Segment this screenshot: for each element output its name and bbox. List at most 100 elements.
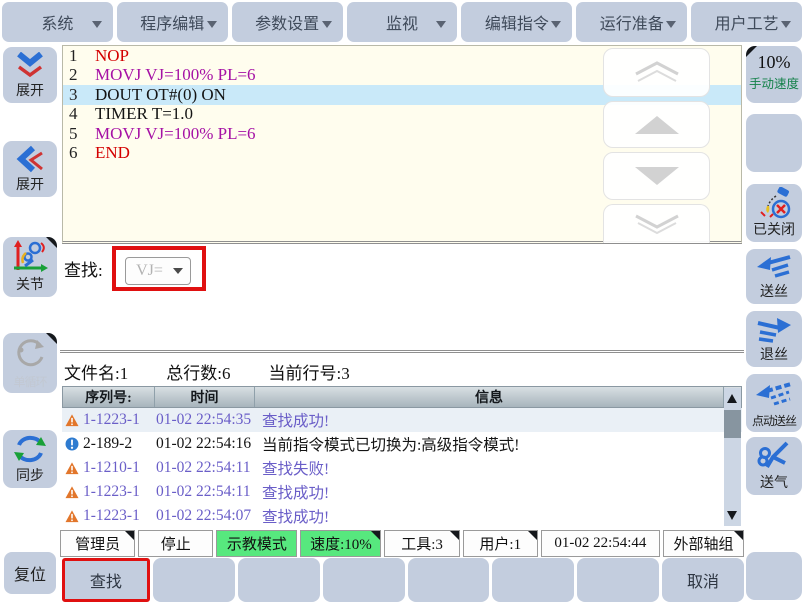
chevron-down-icon xyxy=(666,21,676,28)
status-label: 停止 xyxy=(161,533,191,554)
current-line: 当前行号:3 xyxy=(268,359,349,384)
chevron-down-icon xyxy=(173,268,183,274)
status-user-frame[interactable]: 用户:1 xyxy=(463,530,538,557)
menu-bar: 系统 程序编辑 参数设置 监视 编辑指令 运行准备 用户工艺 xyxy=(0,0,804,44)
status-tool[interactable]: 工具:3 xyxy=(384,530,459,557)
torch-state-button[interactable]: 已关闭 xyxy=(746,184,802,242)
line-number: 6 xyxy=(63,143,95,163)
line-number: 3 xyxy=(63,85,95,105)
chevron-down-icon xyxy=(436,21,446,28)
chevron-down-icon xyxy=(207,21,217,28)
log-row[interactable]: 1-1223-1 01-02 22:54:11 查找成功! xyxy=(62,480,742,504)
line-down-button[interactable] xyxy=(603,152,710,200)
log-time: 01-02 22:54:11 xyxy=(154,459,256,477)
wire-feed-button[interactable]: 送丝 xyxy=(746,249,802,304)
function-key-empty[interactable] xyxy=(577,558,659,602)
wire-retract-button[interactable]: 退丝 xyxy=(746,311,802,367)
menu-label: 运行准备 xyxy=(600,10,664,34)
sync-button[interactable]: 同步 xyxy=(3,430,57,488)
log-serial: 1-1210-1 xyxy=(83,459,140,477)
log-row[interactable]: 1-1223-1 01-02 22:54:07 查找成功! xyxy=(62,504,742,528)
gas-feed-icon xyxy=(757,441,791,471)
menu-label: 程序编辑 xyxy=(140,10,204,34)
scroll-up-icon[interactable] xyxy=(727,394,737,403)
status-label: 示教模式 xyxy=(227,533,287,554)
wire-feed-label: 送丝 xyxy=(760,285,788,304)
menu-edit-instruction[interactable]: 编辑指令 xyxy=(461,2,572,42)
joint-coordinate-icon xyxy=(11,239,49,275)
separator xyxy=(60,350,744,353)
menu-label: 用户工艺 xyxy=(715,10,779,34)
find-dropdown[interactable]: VJ= xyxy=(125,257,191,285)
menu-system[interactable]: 系统 xyxy=(2,2,113,42)
status-mode[interactable]: 示教模式 xyxy=(216,530,297,557)
function-key-empty[interactable] xyxy=(238,558,320,602)
expand-left-button[interactable]: 展开 xyxy=(3,141,57,197)
status-axis-group[interactable]: 外部轴组 xyxy=(663,530,744,557)
log-message: 查找成功! xyxy=(256,409,742,431)
message-log-table: 序列号: 时间 信息 1-1223-1 01-02 22:54:35 查找成功!… xyxy=(62,386,742,528)
log-row[interactable]: 2-189-2 01-02 22:54:16 当前指令模式已切换为:高级指令模式… xyxy=(62,432,742,456)
line-text: NOP xyxy=(95,46,129,66)
double-chevron-down-icon xyxy=(13,52,47,78)
cancel-button-label: 取消 xyxy=(687,568,719,592)
function-key-empty[interactable] xyxy=(153,558,235,602)
menu-monitor[interactable]: 监视 xyxy=(347,2,458,42)
log-message: 当前指令模式已切换为:高级指令模式! xyxy=(256,433,742,455)
find-button[interactable]: 查找 xyxy=(62,558,150,602)
scroll-thumb[interactable] xyxy=(724,410,741,438)
log-time: 01-02 22:54:16 xyxy=(154,435,256,453)
function-key-empty[interactable] xyxy=(323,558,405,602)
menu-label: 系统 xyxy=(41,10,73,34)
manual-speed-button[interactable]: 10% 手动速度 xyxy=(746,46,802,103)
menu-label: 参数设置 xyxy=(255,10,319,34)
chevron-down-icon xyxy=(92,21,102,28)
line-text: END xyxy=(95,143,130,163)
menu-run-prepare[interactable]: 运行准备 xyxy=(576,2,687,42)
double-arrow-up-icon xyxy=(626,60,688,86)
wire-retract-icon xyxy=(756,315,792,343)
page-down-button[interactable] xyxy=(603,204,710,243)
warning-icon xyxy=(65,510,79,523)
teach-pendant-screen: 系统 程序编辑 参数设置 监视 编辑指令 运行准备 用户工艺 展开 展开 xyxy=(0,0,804,606)
expand-down-label: 展开 xyxy=(16,84,44,103)
log-scrollbar[interactable] xyxy=(724,388,741,526)
sync-label: 同步 xyxy=(16,469,44,488)
status-run-state[interactable]: 停止 xyxy=(138,530,213,557)
status-label: 外部轴组 xyxy=(673,533,733,554)
joint-coordinate-button[interactable]: 关节 xyxy=(3,237,57,297)
menu-parameter-settings[interactable]: 参数设置 xyxy=(232,2,343,42)
chevron-down-icon xyxy=(551,21,561,28)
single-cycle-button[interactable]: 单循环 xyxy=(3,333,57,393)
page-up-button[interactable] xyxy=(603,48,710,97)
function-key-empty[interactable] xyxy=(492,558,574,602)
log-row[interactable]: 1-1210-1 01-02 22:54:11 查找失败! xyxy=(62,456,742,480)
expand-down-button[interactable]: 展开 xyxy=(3,47,57,103)
total-lines: 总行数:6 xyxy=(166,359,230,384)
menu-user-process[interactable]: 用户工艺 xyxy=(691,2,802,42)
status-speed[interactable]: 速度:10% xyxy=(300,530,381,557)
empty-side-button[interactable] xyxy=(746,114,802,172)
cancel-button[interactable]: 取消 xyxy=(662,558,744,602)
reset-button[interactable]: 复位 xyxy=(4,552,56,594)
scroll-down-icon[interactable] xyxy=(727,511,737,520)
line-text: TIMER T=1.0 xyxy=(95,104,193,124)
menu-label: 监视 xyxy=(386,10,418,34)
function-key-empty-right[interactable] xyxy=(746,552,802,600)
log-row[interactable]: 1-1223-1 01-02 22:54:35 查找成功! xyxy=(62,408,742,432)
function-key-empty[interactable] xyxy=(408,558,490,602)
jog-wire-feed-icon xyxy=(755,381,793,407)
corner-marker-icon xyxy=(450,531,459,540)
status-label: 速度:10% xyxy=(310,533,372,554)
line-text: MOVJ VJ=100% PL=6 xyxy=(95,65,256,85)
gas-feed-button[interactable]: 送气 xyxy=(746,437,802,495)
header-time: 时间 xyxy=(155,387,255,407)
line-up-button[interactable] xyxy=(603,101,710,148)
torch-off-icon xyxy=(756,187,792,219)
single-cycle-icon xyxy=(13,338,47,370)
status-user-role[interactable]: 管理员 xyxy=(60,530,135,557)
warning-icon xyxy=(65,462,79,475)
find-label: 查找: xyxy=(64,256,103,281)
jog-wire-feed-button[interactable]: 点动送丝 xyxy=(746,374,802,432)
menu-program-edit[interactable]: 程序编辑 xyxy=(117,2,228,42)
